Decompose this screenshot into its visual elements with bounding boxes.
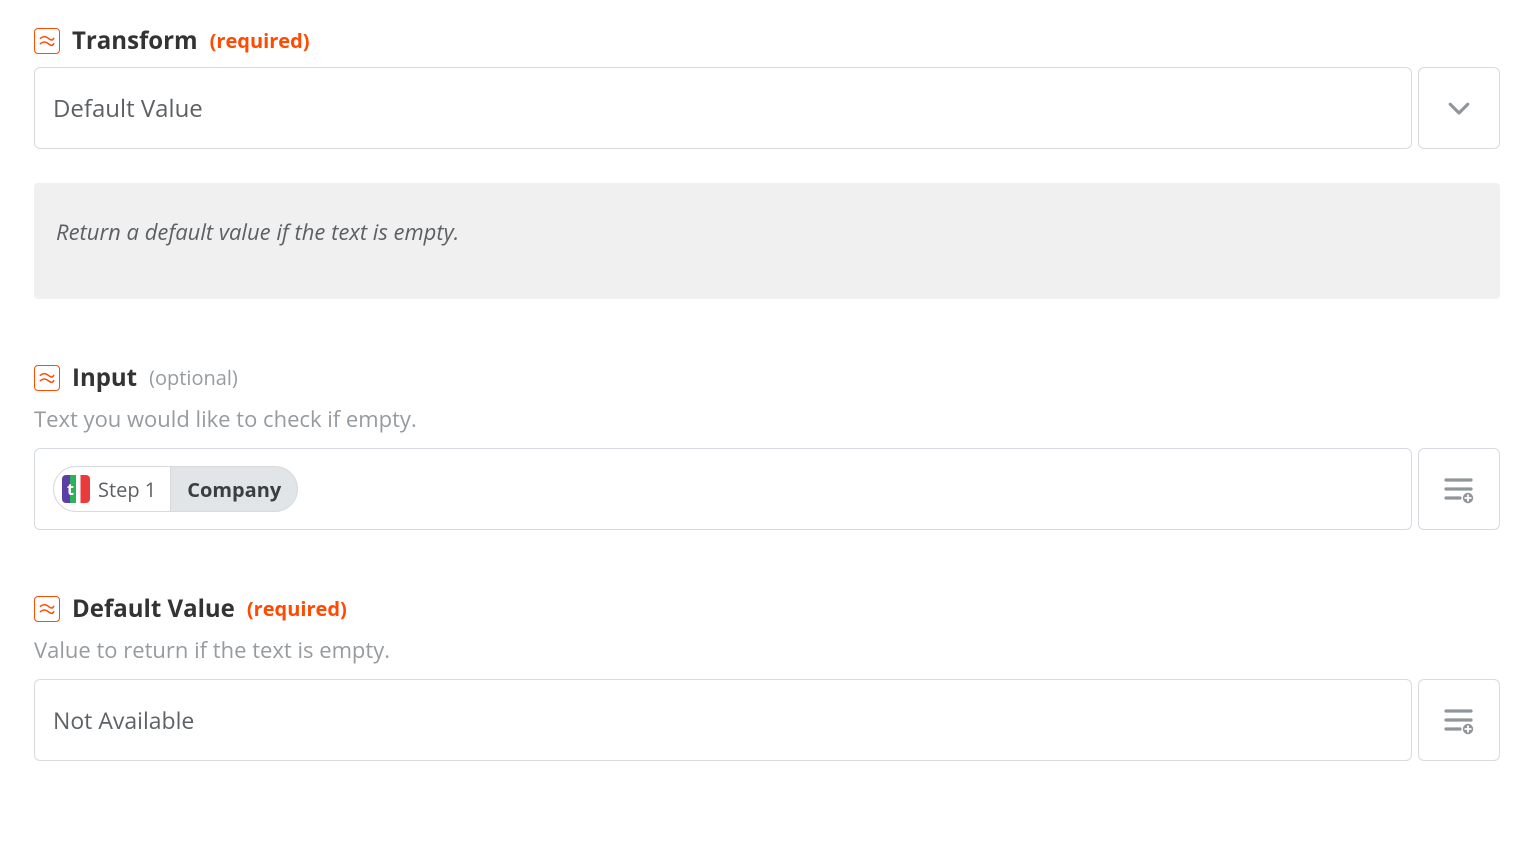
input-token[interactable]: Step 1 Company bbox=[53, 466, 298, 512]
field-label: Input bbox=[72, 361, 137, 394]
token-field-label: Company bbox=[171, 476, 297, 503]
field-label-row: Input (optional) bbox=[34, 361, 1500, 394]
default-value-input[interactable]: Not Available bbox=[34, 679, 1412, 761]
default-value-insert-data-button[interactable] bbox=[1418, 679, 1500, 761]
transform-control-row: Default Value bbox=[34, 67, 1500, 149]
zap-icon bbox=[34, 596, 60, 622]
input-insert-data-button[interactable] bbox=[1418, 448, 1500, 530]
transform-description: Return a default value if the text is em… bbox=[34, 183, 1500, 299]
transform-dropdown-toggle[interactable] bbox=[1418, 67, 1500, 149]
typeform-app-icon bbox=[62, 475, 90, 503]
field-label: Default Value bbox=[72, 592, 235, 625]
field-hint: (optional) bbox=[149, 364, 238, 391]
field-hint: (required) bbox=[210, 27, 310, 54]
field-hint: (required) bbox=[247, 595, 347, 622]
field-label: Transform bbox=[72, 24, 198, 57]
field-transform: Transform (required) Default Value Retur… bbox=[34, 24, 1500, 299]
insert-data-icon bbox=[1441, 702, 1477, 738]
transform-selected-value: Default Value bbox=[53, 92, 203, 125]
input-field[interactable]: Step 1 Company bbox=[34, 448, 1412, 530]
default-value-control-row: Not Available bbox=[34, 679, 1500, 761]
zap-icon bbox=[34, 28, 60, 54]
field-label-row: Transform (required) bbox=[34, 24, 1500, 57]
field-default-value: Default Value (required) Value to return… bbox=[34, 592, 1500, 761]
zap-icon bbox=[34, 365, 60, 391]
field-input: Input (optional) Text you would like to … bbox=[34, 361, 1500, 530]
field-help: Value to return if the text is empty. bbox=[34, 635, 1500, 665]
insert-data-icon bbox=[1441, 471, 1477, 507]
transform-select[interactable]: Default Value bbox=[34, 67, 1412, 149]
field-label-row: Default Value (required) bbox=[34, 592, 1500, 625]
input-control-row: Step 1 Company bbox=[34, 448, 1500, 530]
token-head: Step 1 bbox=[54, 467, 171, 511]
default-value-text: Not Available bbox=[53, 704, 194, 736]
field-help: Text you would like to check if empty. bbox=[34, 404, 1500, 434]
token-step-label: Step 1 bbox=[98, 476, 156, 503]
form-panel: Transform (required) Default Value Retur… bbox=[0, 0, 1534, 850]
chevron-down-icon bbox=[1444, 93, 1474, 123]
